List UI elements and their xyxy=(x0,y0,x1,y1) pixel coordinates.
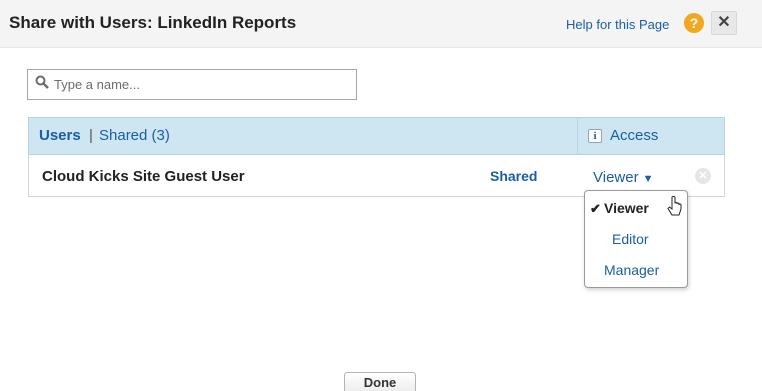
done-button[interactable]: Done xyxy=(344,372,416,391)
table-header: Users | Shared (3) i Access xyxy=(28,117,725,155)
remove-icon[interactable]: ✕ xyxy=(695,168,711,184)
search-input[interactable] xyxy=(54,70,354,99)
menu-item-label: Viewer xyxy=(604,200,649,216)
menu-item-manager[interactable]: Manager xyxy=(585,257,687,283)
menu-item-editor[interactable]: Editor xyxy=(585,226,687,252)
check-icon: ✔ xyxy=(590,201,601,216)
access-menu: ✔ Viewer Editor Manager xyxy=(584,190,688,288)
close-button[interactable]: ✕ xyxy=(711,11,737,35)
access-dropdown[interactable]: Viewer ▼ xyxy=(593,169,653,186)
dialog-header: Share with Users: LinkedIn Reports Help … xyxy=(0,0,762,48)
access-column-header: i Access xyxy=(577,118,725,154)
search-icon xyxy=(35,75,49,89)
caret-down-icon: ▼ xyxy=(642,173,654,185)
info-icon[interactable]: i xyxy=(588,129,602,143)
user-name: Cloud Kicks Site Guest User xyxy=(42,168,245,185)
shared-tab[interactable]: Shared (3) xyxy=(99,127,170,144)
help-link[interactable]: Help for this Page xyxy=(566,17,669,32)
help-icon[interactable]: ? xyxy=(684,13,704,33)
shared-status: Shared xyxy=(490,168,538,184)
access-dropdown-label: Viewer xyxy=(593,169,639,186)
tab-separator: | xyxy=(89,127,93,144)
users-tab[interactable]: Users xyxy=(39,127,81,144)
menu-item-viewer[interactable]: ✔ Viewer xyxy=(585,195,687,221)
search-box[interactable] xyxy=(27,69,357,100)
dialog-title: Share with Users: LinkedIn Reports xyxy=(9,13,297,32)
access-header-label: Access xyxy=(610,127,659,144)
